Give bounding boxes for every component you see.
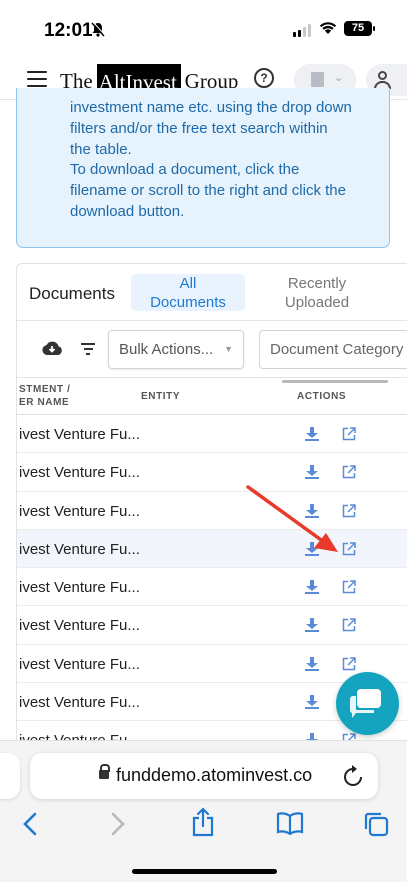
table-row[interactable]: ivest Venture Fu... (17, 568, 407, 607)
browser-nav (0, 807, 407, 847)
bulk-actions-select[interactable]: Bulk Actions... ▼ (108, 330, 244, 369)
back-icon[interactable] (22, 811, 38, 842)
external-link-icon[interactable] (342, 618, 356, 632)
table-row[interactable]: ivest Venture Fu... (17, 415, 407, 454)
help-icon[interactable]: ? (254, 68, 274, 88)
horizontal-scrollbar[interactable] (282, 380, 388, 383)
row-name[interactable]: ivest Venture Fu... (19, 656, 140, 673)
status-time: 12:01 (44, 20, 93, 41)
annotation-arrow (246, 485, 338, 552)
download-icon[interactable] (305, 618, 319, 633)
external-link-icon[interactable] (342, 580, 356, 594)
info-line: the table. (70, 140, 132, 158)
info-line: filters and/or the free text search with… (70, 119, 328, 137)
url-text: funddemo.atominvest.co (116, 765, 313, 785)
info-line: investment name etc. using the drop down (70, 99, 352, 116)
column-investment[interactable]: STMENT / ER NAME (19, 383, 129, 409)
share-icon[interactable] (191, 807, 215, 842)
wifi-icon (318, 20, 338, 40)
status-bar: 12:01 75 (0, 0, 407, 58)
table-header: STMENT / ER NAME ENTITY ACTIONS (17, 378, 407, 415)
documents-title: Documents (29, 284, 115, 303)
home-indicator (132, 869, 277, 874)
info-line: To download a document, click the (70, 161, 300, 179)
info-line: filename or scroll to the right and clic… (70, 182, 346, 200)
row-name[interactable]: ivest Venture Fu... (19, 694, 140, 711)
external-link-icon[interactable] (342, 657, 356, 671)
bookmarks-icon[interactable] (276, 811, 304, 840)
download-icon[interactable] (305, 580, 319, 595)
row-name[interactable]: ivest Venture Fu... (19, 464, 140, 481)
document-category-select[interactable]: Document Category (259, 330, 407, 369)
previous-tab-preview[interactable] (0, 753, 20, 799)
row-name[interactable]: ivest Venture Fu... (19, 541, 140, 558)
tabs-icon[interactable] (363, 811, 389, 842)
download-icon[interactable] (305, 695, 319, 710)
building-icon (311, 72, 324, 87)
column-actions: ACTIONS (297, 391, 347, 402)
filter-icon[interactable] (81, 343, 95, 358)
info-line: download button. (70, 202, 185, 220)
chat-button[interactable] (336, 672, 399, 735)
tab-recently-uploaded[interactable]: Recently Uploaded (259, 274, 375, 312)
signal-icon (293, 24, 311, 37)
info-box: investment name etc. using the drop down… (16, 88, 390, 248)
reload-icon[interactable] (343, 765, 363, 792)
table-toolbar: Bulk Actions... ▼ Document Category (17, 321, 407, 378)
menu-icon[interactable] (27, 71, 47, 87)
download-icon[interactable] (305, 656, 319, 671)
user-icon (378, 71, 387, 80)
tab-all-documents[interactable]: All Documents (131, 274, 245, 311)
column-entity[interactable]: ENTITY (141, 391, 180, 402)
chevron-down-icon: ▼ (224, 344, 233, 354)
browser-toolbar: funddemo.atominvest.co (0, 740, 407, 882)
row-name[interactable]: ivest Venture Fu... (19, 617, 140, 634)
forward-icon[interactable] (110, 811, 126, 842)
address-bar[interactable]: funddemo.atominvest.co (30, 753, 378, 799)
row-name[interactable]: ivest Venture Fu... (19, 503, 140, 520)
row-name[interactable]: ivest Venture Fu... (19, 579, 140, 596)
documents-tabs: Documents All Documents Recently Uploade… (17, 264, 407, 321)
external-link-icon[interactable] (342, 427, 356, 441)
bell-slash-icon (91, 21, 106, 40)
chevron-down-icon: ⌄ (334, 72, 344, 84)
cloud-download-icon[interactable] (41, 340, 63, 356)
chat-icon (349, 689, 381, 718)
download-icon[interactable] (305, 427, 319, 441)
battery-indicator: 75 (344, 21, 375, 36)
lock-icon (99, 764, 110, 779)
row-name[interactable]: ivest Venture Fu... (19, 426, 140, 443)
table-row[interactable]: ivest Venture Fu... (17, 606, 407, 645)
